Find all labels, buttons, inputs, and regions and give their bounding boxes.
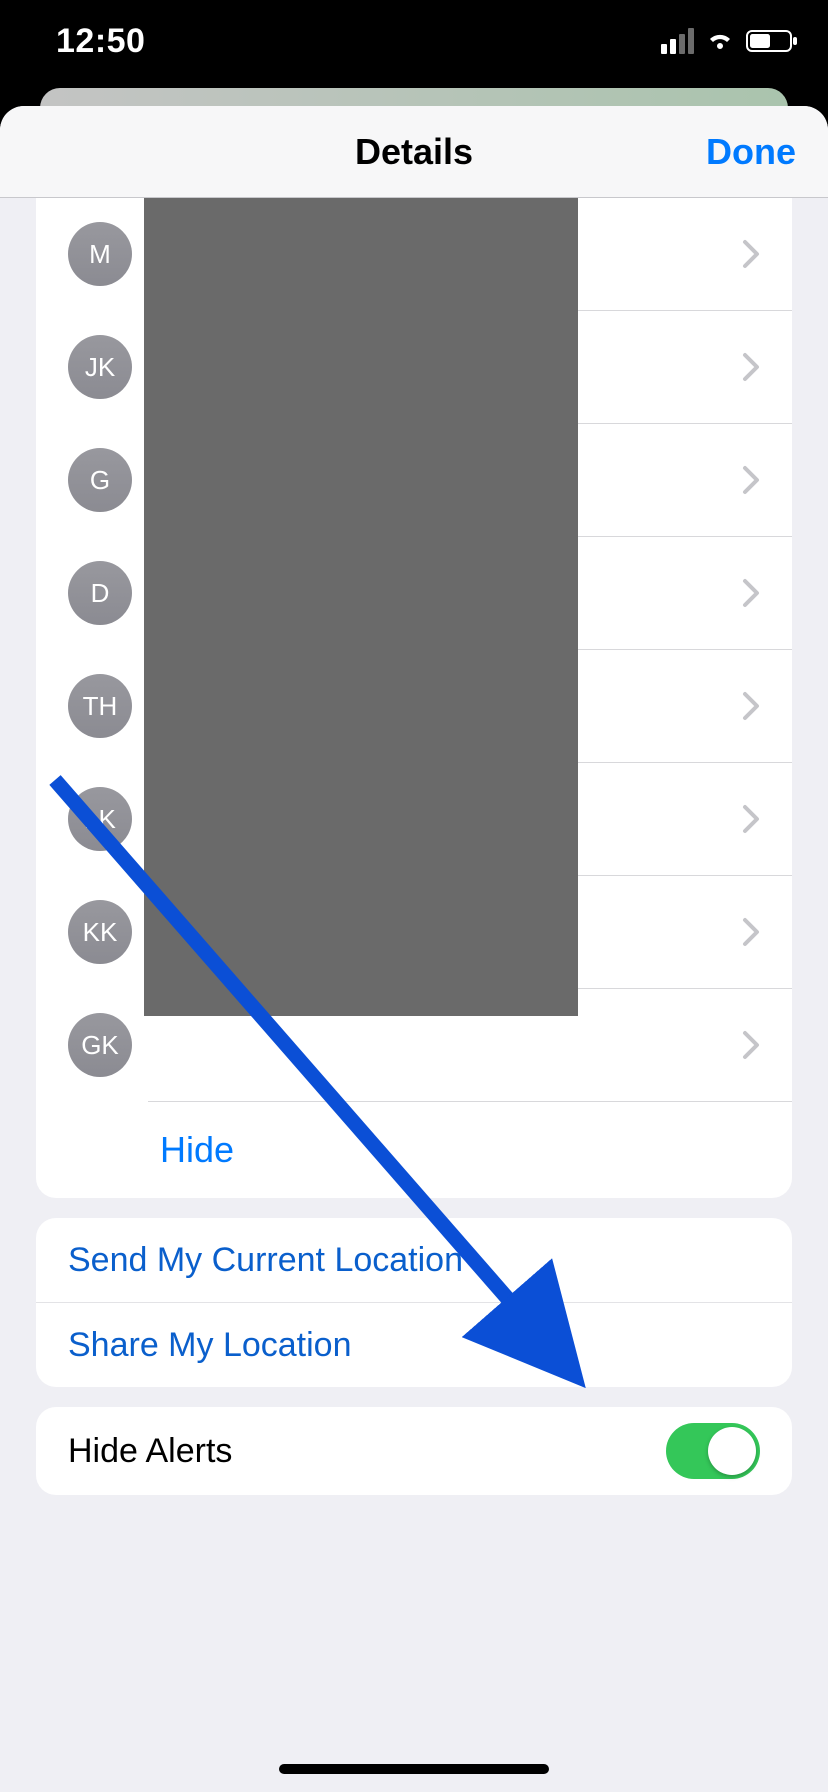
hide-button[interactable]: Hide (36, 1102, 792, 1198)
avatar: KK (68, 900, 132, 964)
chevron-right-icon (742, 1030, 760, 1060)
send-current-location-button[interactable]: Send My Current Location (36, 1218, 792, 1302)
status-right (661, 28, 798, 54)
navigation-bar: Details Done (0, 106, 828, 198)
content: M JK G D (0, 198, 828, 1495)
done-button[interactable]: Done (706, 106, 796, 197)
avatar: M (68, 222, 132, 286)
hide-alerts-label: Hide Alerts (68, 1432, 232, 1471)
chevron-right-icon (742, 465, 760, 495)
details-sheet: Details Done M JK G (0, 106, 828, 1792)
chevron-right-icon (742, 239, 760, 269)
avatar: GK (68, 1013, 132, 1077)
chevron-right-icon (742, 352, 760, 382)
chevron-right-icon (742, 917, 760, 947)
alerts-group: Hide Alerts (36, 1407, 792, 1495)
avatar: G (68, 448, 132, 512)
cellular-icon (661, 28, 694, 54)
hide-alerts-row: Hide Alerts (36, 1407, 792, 1495)
avatar: JK (68, 335, 132, 399)
chevron-right-icon (742, 804, 760, 834)
avatar: D (68, 561, 132, 625)
toggle-knob (708, 1427, 756, 1475)
battery-icon (746, 29, 798, 53)
location-group: Send My Current Location Share My Locati… (36, 1218, 792, 1387)
avatar: TH (68, 674, 132, 738)
chevron-right-icon (742, 691, 760, 721)
hide-alerts-toggle[interactable] (666, 1423, 760, 1479)
redaction-overlay (144, 198, 578, 1016)
clock: 12:50 (56, 22, 145, 61)
screen: 12:50 Details Done M (0, 0, 828, 1792)
status-bar: 12:50 (0, 0, 828, 88)
wifi-icon (704, 29, 736, 53)
home-indicator (279, 1764, 549, 1774)
chevron-right-icon (742, 578, 760, 608)
avatar: LK (68, 787, 132, 851)
share-my-location-button[interactable]: Share My Location (36, 1303, 792, 1387)
page-title: Details (0, 106, 828, 197)
